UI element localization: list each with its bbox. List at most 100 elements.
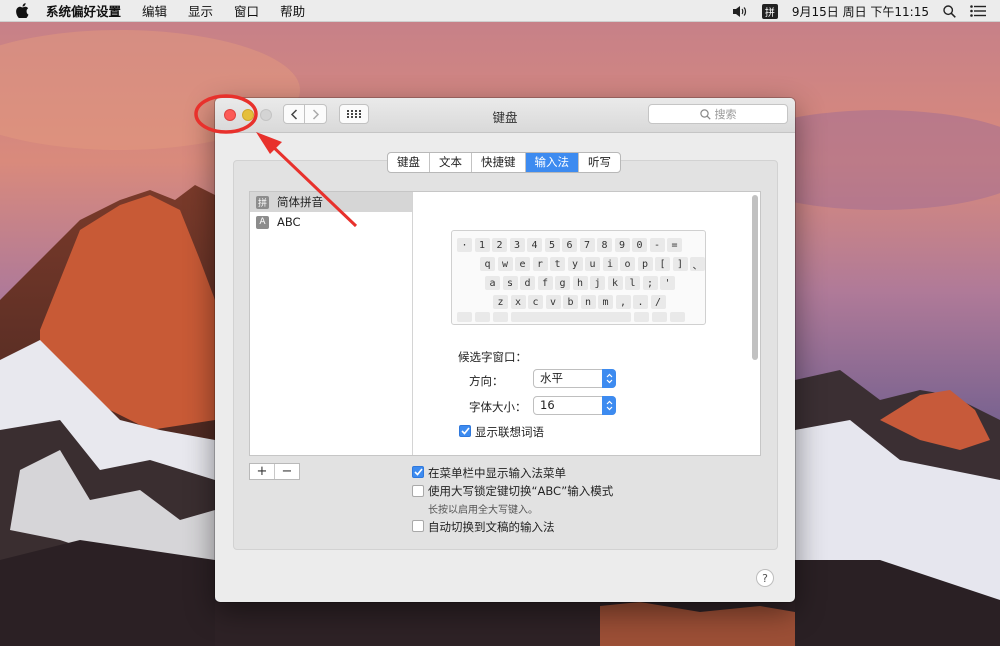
keyboard-key: ,: [615, 295, 631, 309]
keyboard-key: y: [567, 257, 583, 271]
keyboard-key: =: [667, 238, 682, 252]
input-source-details: · 1 2 3 4 5 6 7 8 9 0- = q w e r t y u i o p[]、 a s d f g h j k l; ' z x c…: [413, 192, 760, 455]
tab-text[interactable]: 文本: [430, 153, 472, 172]
keyboard-key: [475, 312, 490, 322]
add-remove-control: + −: [249, 463, 300, 480]
notification-center-icon[interactable]: [970, 5, 986, 17]
menu-edit[interactable]: 编辑: [142, 1, 167, 20]
keyboard-key: s: [502, 276, 518, 290]
minimize-button[interactable]: [242, 109, 254, 121]
keyboard-key: [457, 312, 472, 322]
capslock-switch-checkbox[interactable]: [412, 485, 424, 497]
show-predictive-label: 显示联想词语: [475, 425, 544, 439]
font-size-value: 16: [540, 398, 555, 412]
chevron-right-icon: [312, 108, 319, 120]
font-size-label: 字体大小：: [469, 400, 527, 414]
tab-keyboard[interactable]: 键盘: [388, 153, 430, 172]
help-button[interactable]: ?: [756, 569, 774, 587]
keyboard-key: d: [520, 276, 535, 290]
keyboard-key: e: [515, 257, 530, 271]
keyboard-key: b: [563, 295, 578, 309]
capslock-switch-label: 使用大写锁定键切换“ABC”输入模式: [428, 484, 614, 498]
input-sources-box: 拼 简体拼音 A ABC · 1 2 3 4 5 6 7 8 9 0- = q w e r t y u i o p[]、 a…: [249, 191, 761, 456]
show-all-button[interactable]: [339, 104, 369, 124]
keyboard-row: a s d f g h j k l; ': [452, 276, 707, 290]
keyboard-key: l: [625, 276, 640, 290]
auto-switch-checkbox[interactable]: [412, 520, 424, 532]
keyboard-key: m: [598, 295, 613, 309]
keyboard-row: z x c v b n m,. /: [452, 295, 707, 309]
keyboard-key: [652, 312, 667, 322]
keyboard-key: v: [545, 295, 561, 309]
abc-icon: A: [256, 215, 269, 229]
keyboard-preferences-window: 键盘 搜索 键盘 文本 快捷键 输入法 听写 拼 简体拼音 A ABC · 1 2 3…: [215, 98, 795, 602]
keyboard-key: t: [550, 257, 565, 271]
keyboard-key: p: [637, 257, 653, 271]
tab-dictation[interactable]: 听写: [579, 153, 620, 172]
keyboard-key: 9: [614, 238, 630, 252]
back-button[interactable]: [283, 104, 305, 124]
menu-help[interactable]: 帮助: [280, 1, 305, 20]
keyboard-key: [670, 312, 685, 322]
keyboard-key: 2: [492, 238, 507, 252]
candidate-window-header: 候选字窗口：: [458, 350, 527, 364]
keyboard-key: [: [655, 257, 670, 271]
keyboard-key: q: [480, 257, 495, 271]
keyboard-key: 、: [690, 257, 705, 272]
keyboard-key: r: [532, 257, 548, 271]
tab-shortcuts[interactable]: 快捷键: [472, 153, 526, 172]
search-icon: [699, 108, 711, 120]
list-item-abc[interactable]: A ABC: [250, 212, 412, 232]
popup-arrows-icon: [602, 396, 616, 415]
show-menu-label: 在菜单栏中显示输入法菜单: [428, 466, 566, 480]
popup-arrows-icon: [602, 369, 616, 388]
keyboard-row: [452, 312, 707, 326]
keyboard-key: w: [497, 257, 513, 271]
volume-icon[interactable]: [732, 5, 748, 18]
menu-view[interactable]: 显示: [188, 1, 213, 20]
add-input-source-button[interactable]: +: [250, 464, 275, 479]
keyboard-row: q w e r t y u i o p[]、: [452, 257, 707, 272]
close-button[interactable]: [224, 109, 236, 121]
list-item-pinyin[interactable]: 拼 简体拼音: [250, 192, 412, 212]
window-titlebar[interactable]: 键盘 搜索: [215, 98, 795, 133]
input-method-indicator[interactable]: 拼: [761, 3, 778, 19]
auto-switch-label: 自动切换到文稿的输入法: [428, 520, 555, 534]
menu-system-preferences[interactable]: 系统偏好设置: [46, 1, 121, 20]
remove-input-source-button[interactable]: −: [275, 464, 299, 479]
keyboard-key: c: [528, 295, 543, 309]
keyboard-layout-preview: · 1 2 3 4 5 6 7 8 9 0- = q w e r t y u i o p[]、 a s d f g h j k l; ' z x c…: [451, 230, 706, 325]
list-item-label: 简体拼音: [277, 195, 323, 209]
keyboard-key: a: [485, 276, 500, 290]
tab-input-sources[interactable]: 输入法: [525, 153, 579, 172]
forward-button[interactable]: [305, 104, 327, 124]
keyboard-key: 0: [632, 238, 647, 252]
list-item-label: ABC: [277, 215, 301, 229]
capslock-hint: 长按以启用全大写键入。: [428, 505, 538, 516]
show-predictive-checkbox[interactable]: [459, 425, 471, 437]
menubar-clock[interactable]: 9月15日 周日 下午11:15: [792, 3, 929, 20]
spotlight-search-icon[interactable]: [943, 4, 956, 18]
keyboard-key: o: [620, 257, 635, 271]
keyboard-row: · 1 2 3 4 5 6 7 8 9 0- =: [452, 238, 707, 252]
details-scrollbar[interactable]: [752, 195, 758, 360]
keyboard-key: 8: [597, 238, 612, 252]
keyboard-key: h: [572, 276, 588, 290]
show-menu-checkbox[interactable]: [412, 466, 424, 478]
menu-window[interactable]: 窗口: [234, 1, 259, 20]
font-size-popup[interactable]: 16: [533, 396, 616, 415]
keyboard-key: [634, 312, 649, 322]
keyboard-key: ·: [457, 238, 472, 252]
keyboard-key: x: [510, 295, 526, 309]
search-field[interactable]: 搜索: [648, 104, 788, 124]
apple-menu-icon[interactable]: [16, 3, 32, 18]
zoom-button[interactable]: [260, 109, 272, 121]
keyboard-key: [493, 312, 508, 322]
orientation-popup[interactable]: 水平: [533, 369, 616, 388]
keyboard-key: ]: [672, 257, 688, 271]
checkmark-icon: [413, 468, 423, 476]
checkmark-icon: [460, 427, 470, 435]
pinyin-icon: 拼: [256, 195, 269, 209]
keyboard-key: 3: [509, 238, 525, 252]
keyboard-key: .: [633, 295, 648, 309]
